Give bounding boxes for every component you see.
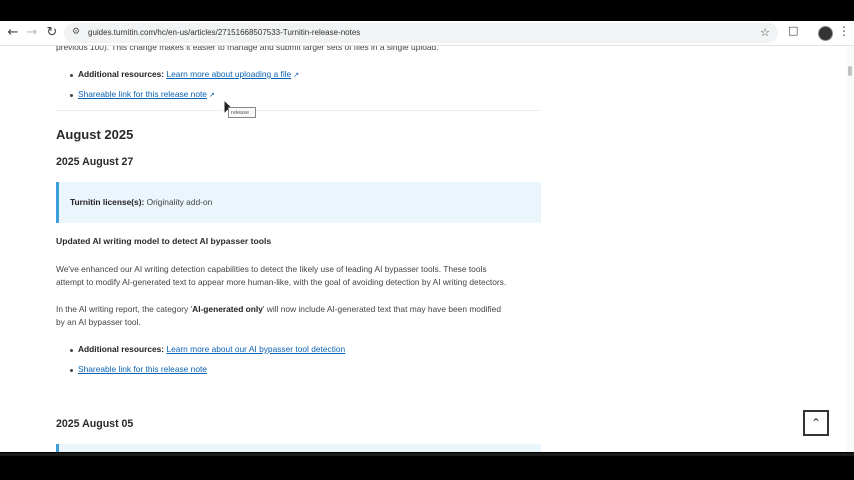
browser-toolbar: ← → ↻ ⚙ guides.turnitin.com/hc/en-us/art… <box>0 21 854 46</box>
external-link-icon[interactable]: ↗ <box>293 71 299 79</box>
paragraph-partial: previous 100). This change makes it easi… <box>56 46 439 52</box>
license-text: Turnitin license(s): Originality add-on <box>70 196 212 210</box>
link-tooltip: release <box>228 107 256 118</box>
arrow-right-icon[interactable]: → <box>23 24 41 42</box>
resources-row-1: Additional resources: Learn more about u… <box>78 68 299 83</box>
share-row-2: Shareable link for this release note <box>78 363 207 377</box>
bullet <box>70 349 73 352</box>
external-link-icon[interactable]: ↗ <box>209 91 215 99</box>
para2-suffix: ' will now include AI-generated text tha… <box>262 304 501 314</box>
shareable-link-2[interactable]: Shareable link for this release note <box>78 364 207 374</box>
chevron-up-icon: ⌃ <box>810 416 822 430</box>
video-top-bar <box>0 0 854 21</box>
license-label: Turnitin license(s): <box>70 197 145 207</box>
share-row-1: Shareable link for this release note ↗ <box>78 88 215 103</box>
address-bar[interactable]: ⚙ guides.turnitin.com/hc/en-us/articles/… <box>64 23 778 43</box>
paragraph-line: We've enhanced our AI writing detection … <box>56 264 487 274</box>
reload-icon[interactable]: ↻ <box>43 24 61 42</box>
video-progress-strip <box>0 453 854 456</box>
license-callout: Turnitin license(s): Originality add-on <box>56 182 541 223</box>
bullet <box>70 369 73 372</box>
profile-avatar[interactable] <box>818 26 833 41</box>
arrow-left-icon[interactable]: ← <box>4 24 22 42</box>
bullet <box>70 94 73 97</box>
upload-file-link[interactable]: Learn more about uploading a file <box>166 69 291 79</box>
paragraph-line: In the AI writing report, the category '… <box>56 303 501 317</box>
bullet <box>70 74 73 77</box>
bypasser-detection-link[interactable]: Learn more about our AI bypasser tool de… <box>166 344 345 354</box>
scrollbar-thumb[interactable] <box>848 66 852 76</box>
resources-row-2: Additional resources: Learn more about o… <box>78 343 345 357</box>
paragraph-line: by an AI bypasser tool. <box>56 317 141 327</box>
url-text[interactable]: guides.turnitin.com/hc/en-us/articles/27… <box>88 26 360 40</box>
paragraph-line: attempt to modify AI-generated text to a… <box>56 277 507 287</box>
bookmark-star-icon[interactable]: ☆ <box>760 26 770 39</box>
page-scrollbar[interactable] <box>846 46 854 452</box>
extensions-icon[interactable]: □ <box>788 24 798 37</box>
divider <box>56 110 541 111</box>
date-heading-2: 2025 August 05 <box>56 418 134 430</box>
feature-title: Updated AI writing model to detect AI by… <box>56 236 272 246</box>
shareable-link-1[interactable]: Shareable link for this release note <box>78 89 207 99</box>
para2-bold: AI-generated only <box>192 304 263 314</box>
page-content: previous 100). This change makes it easi… <box>0 46 854 452</box>
para2-prefix: In the AI writing report, the category ' <box>56 304 193 314</box>
license-callout-partial <box>56 444 541 452</box>
site-info-icon[interactable]: ⚙ <box>72 27 82 37</box>
video-bottom-bar <box>0 452 854 480</box>
date-heading-1: 2025 August 27 <box>56 156 134 168</box>
back-to-top-button[interactable]: ⌃ <box>803 410 829 436</box>
resources-label: Additional resources: <box>78 69 165 79</box>
month-heading: August 2025 <box>56 127 134 142</box>
resources-label: Additional resources: <box>78 344 165 354</box>
menu-dots-icon[interactable]: ⋮ <box>838 24 850 38</box>
license-value: Originality add-on <box>146 197 213 207</box>
